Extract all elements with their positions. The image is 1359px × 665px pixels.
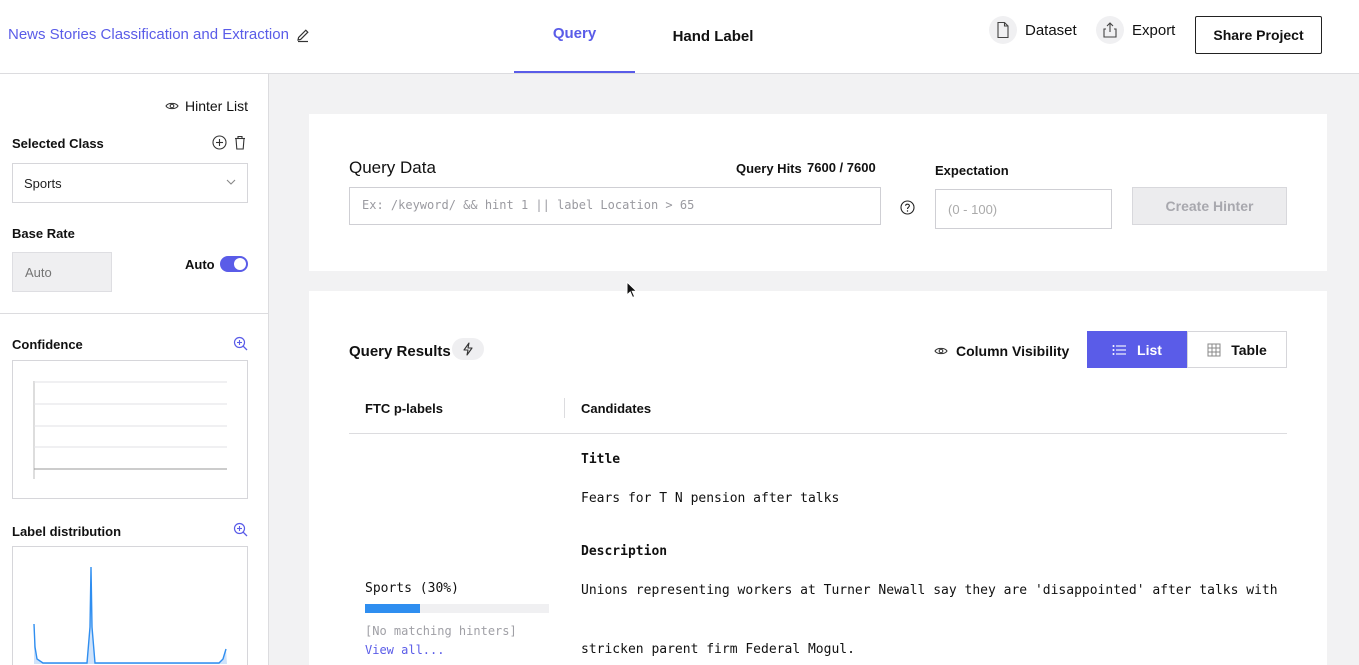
tab-hand-label-label: Hand Label bbox=[672, 28, 754, 45]
description-line: stricken parent firm Federal Mogul. bbox=[581, 642, 855, 657]
toggle-knob bbox=[234, 258, 246, 270]
trash-icon[interactable] bbox=[233, 135, 247, 150]
dataset-label: Dataset bbox=[1025, 21, 1077, 39]
distribution-plot bbox=[33, 566, 227, 664]
column-visibility-button[interactable]: Column Visibility bbox=[934, 343, 1069, 359]
class-actions bbox=[212, 135, 247, 150]
header-divider bbox=[349, 433, 1287, 434]
table-view-label: Table bbox=[1231, 341, 1267, 358]
description-line: Unions representing workers at Turner Ne… bbox=[581, 583, 1278, 598]
create-hinter-label: Create Hinter bbox=[1165, 198, 1254, 214]
no-matching-hinters: [No matching hinters] bbox=[365, 624, 517, 638]
table-view-button[interactable]: Table bbox=[1187, 331, 1287, 368]
sidebar: Hinter List Selected Class Sports Base R… bbox=[0, 74, 269, 665]
sidebar-divider bbox=[0, 313, 268, 314]
column-separator bbox=[564, 398, 565, 418]
list-view-button[interactable]: List bbox=[1087, 331, 1187, 368]
view-toggle: List Table bbox=[1087, 331, 1287, 368]
query-hits-label: Query Hits bbox=[736, 161, 802, 176]
query-results-card: Query Results Column Visibility List Tab… bbox=[309, 291, 1327, 665]
zoom-in-icon[interactable] bbox=[233, 336, 248, 351]
title-heading: Title bbox=[581, 452, 621, 467]
query-data-title: Query Data bbox=[349, 158, 436, 177]
description-heading: Description bbox=[581, 544, 668, 559]
chevron-down-icon bbox=[226, 179, 236, 185]
column-header-candidates: Candidates bbox=[581, 401, 652, 416]
share-project-button[interactable]: Share Project bbox=[1195, 16, 1322, 54]
hinter-list-button[interactable]: Hinter List bbox=[165, 98, 248, 114]
column-header-ftc-plabels: FTC p-labels bbox=[365, 401, 444, 416]
top-header: News Stories Classification and Extracti… bbox=[0, 0, 1359, 74]
view-all-link[interactable]: View all... bbox=[365, 643, 444, 657]
export-label: Export bbox=[1132, 21, 1176, 39]
confidence-chart-plot bbox=[33, 381, 227, 479]
label-distribution-label: Label distribution bbox=[12, 524, 122, 539]
tab-hand-label[interactable]: Hand Label bbox=[660, 0, 766, 73]
project-title[interactable]: News Stories Classification and Extracti… bbox=[8, 26, 289, 43]
plabel-value: Sports (30%) bbox=[365, 581, 459, 596]
document-icon bbox=[989, 16, 1017, 44]
confidence-label: Confidence bbox=[12, 337, 83, 352]
title-value: Fears for T N pension after talks bbox=[581, 491, 840, 506]
create-hinter-button[interactable]: Create Hinter bbox=[1132, 187, 1287, 225]
expectation-label: Expectation bbox=[935, 163, 1009, 178]
selected-class-label: Selected Class bbox=[12, 136, 104, 151]
mouse-cursor-icon bbox=[626, 281, 638, 299]
table-grid-icon bbox=[1207, 343, 1221, 356]
eye-icon bbox=[934, 347, 948, 355]
query-input[interactable] bbox=[349, 187, 881, 225]
tab-query[interactable]: Query bbox=[514, 0, 635, 73]
hinter-list-label: Hinter List bbox=[184, 98, 248, 114]
pencil-edit-icon[interactable] bbox=[295, 27, 311, 43]
lightning-button[interactable] bbox=[452, 338, 484, 360]
label-distribution-chart bbox=[12, 546, 248, 665]
plabel-progress-bar bbox=[365, 604, 549, 613]
list-view-label: List bbox=[1137, 341, 1162, 358]
column-visibility-label: Column Visibility bbox=[956, 343, 1070, 359]
plabel-progress-fill bbox=[365, 604, 421, 613]
list-icon bbox=[1112, 344, 1127, 355]
add-circle-icon[interactable] bbox=[212, 135, 227, 150]
query-data-card: Query Data Query Hits 7600 / 7600 Expect… bbox=[309, 114, 1327, 271]
eye-icon bbox=[165, 102, 179, 110]
base-rate-label: Base Rate bbox=[12, 226, 75, 241]
lightning-icon bbox=[463, 342, 473, 356]
share-project-label: Share Project bbox=[1213, 27, 1304, 43]
base-rate-input[interactable] bbox=[12, 252, 112, 292]
selected-class-dropdown[interactable]: Sports bbox=[12, 163, 248, 203]
tab-query-label: Query bbox=[552, 25, 597, 42]
auto-label: Auto bbox=[185, 257, 215, 272]
help-icon[interactable] bbox=[900, 200, 915, 215]
query-results-title: Query Results bbox=[349, 343, 451, 360]
expectation-input[interactable] bbox=[935, 189, 1112, 229]
selected-class-value: Sports bbox=[24, 175, 62, 191]
export-button[interactable]: Export bbox=[1096, 16, 1175, 44]
confidence-chart bbox=[12, 360, 248, 499]
query-hits-value: 7600 / 7600 bbox=[807, 160, 876, 175]
dataset-button[interactable]: Dataset bbox=[989, 16, 1077, 44]
zoom-in-icon[interactable] bbox=[233, 522, 248, 537]
auto-toggle[interactable] bbox=[220, 256, 248, 272]
upload-icon bbox=[1096, 16, 1124, 44]
